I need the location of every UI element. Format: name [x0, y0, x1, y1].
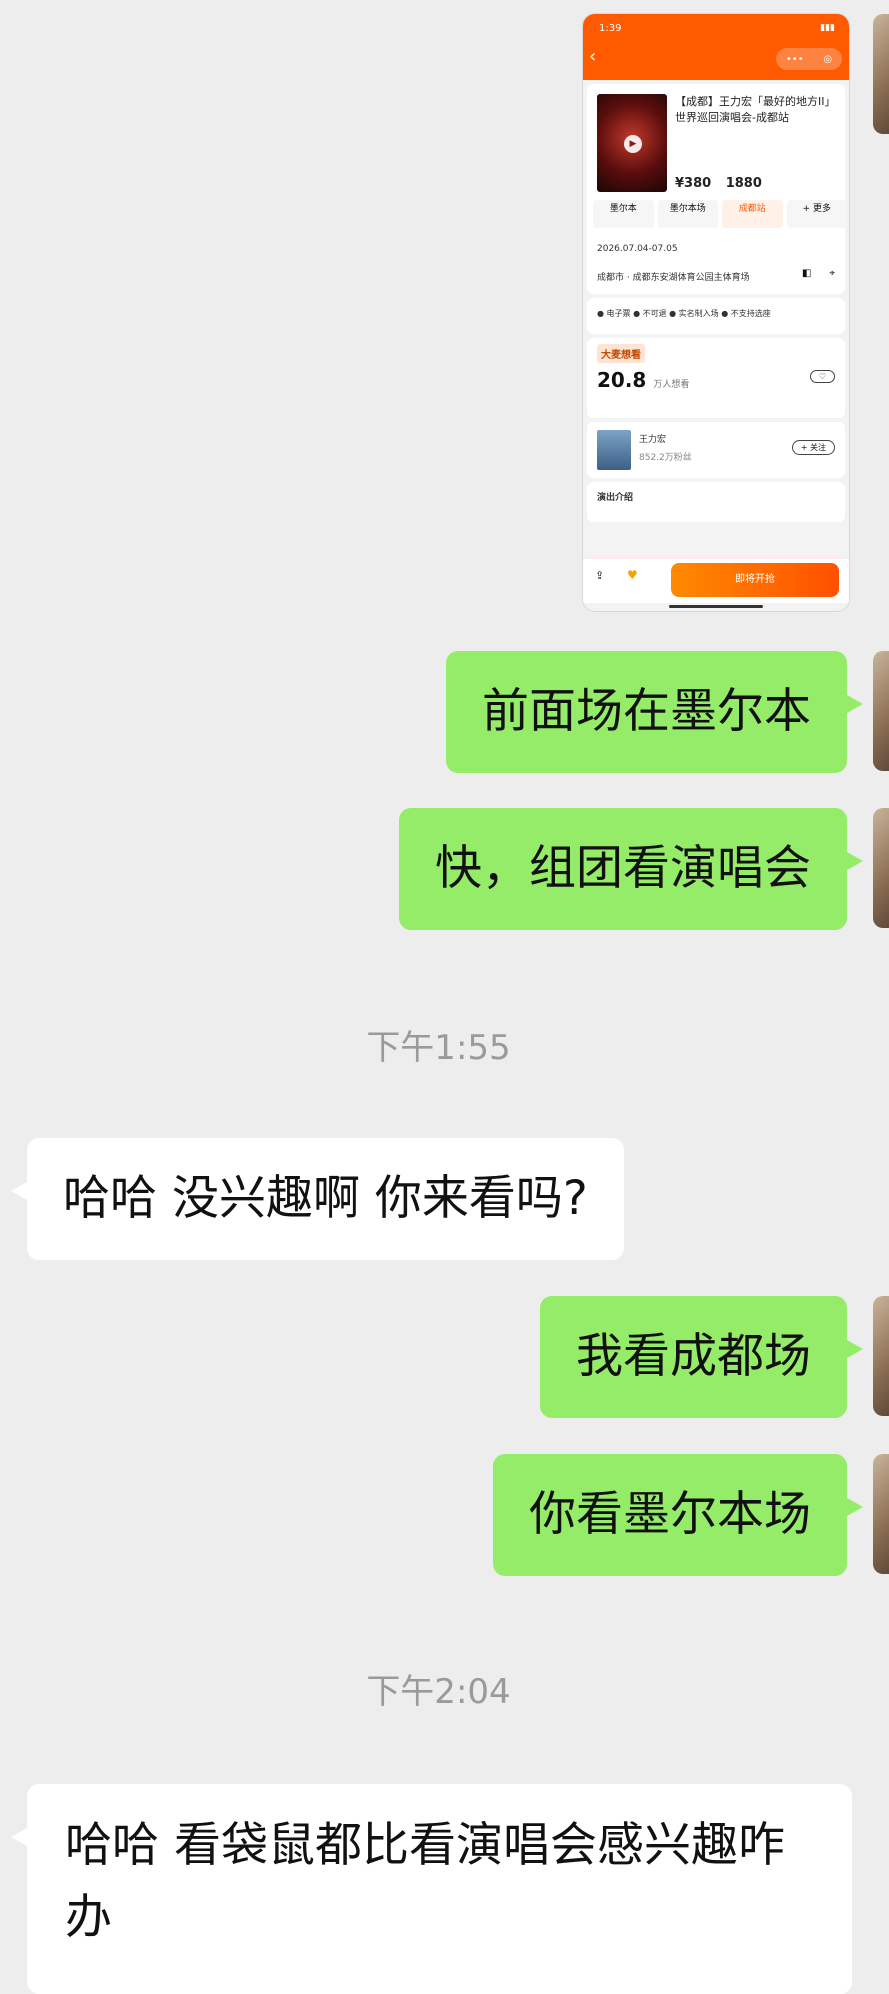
price-high: 1880 — [725, 176, 762, 191]
my-avatar[interactable] — [873, 808, 889, 928]
message-bubble-sent[interactable]: 你看墨尔本场 — [493, 1454, 863, 1576]
want-count: 20.8 万人想看 — [597, 368, 690, 392]
price-low: ¥380 — [675, 176, 712, 191]
battery-icon: ▮▮▮ — [820, 23, 835, 33]
event-venue: 成都市 · 成都东安湖体育公园主体育场 — [597, 273, 750, 283]
more-dots-icon: ••• — [785, 53, 804, 65]
ticket-tag-list: ● 电子票 ● 不可退 ● 实名制入场 ● 不支持选座 — [597, 309, 771, 318]
event-prices: ¥380 1880 — [675, 176, 772, 191]
hot-label: 大麦想看 — [597, 344, 645, 363]
event-date: 2026.07.04-07.05 — [597, 244, 678, 254]
session-tab: 墨尔本 — [593, 200, 654, 228]
status-time: 1:39 — [599, 23, 622, 34]
message-bubble-received[interactable]: 哈哈 看袋鼠都比看演唱会感兴趣咋办 — [11, 1784, 852, 1994]
artist-name: 王力宏 — [639, 435, 667, 445]
buy-button: 即将开抢 — [671, 563, 839, 597]
session-tab: 成都站 — [722, 200, 783, 228]
location-pin-icon: ⌖ — [829, 268, 835, 279]
intro-label: 演出介绍 — [597, 493, 634, 503]
intro-card: 演出介绍 — [587, 482, 845, 522]
message-bubble-sent[interactable]: 快，组团看演唱会 — [399, 808, 863, 930]
back-arrow-icon: ‹ — [589, 46, 597, 67]
app-header: 1:39 ▮▮▮ ‹ ••• ◎ — [583, 14, 849, 80]
session-tabs: 墨尔本 墨尔本场 成都站 + 更多 — [593, 200, 847, 228]
ticket-tags: ● 电子票 ● 不可退 ● 实名制入场 ● 不支持选座 — [587, 298, 845, 334]
artist-card: 王力宏 852.2万粉丝 + 关注 — [587, 422, 845, 478]
home-indicator — [669, 605, 763, 608]
message-bubble-received[interactable]: 哈哈 没兴趣啊 你来看吗? — [11, 1138, 624, 1260]
event-title: 【成都】王力宏「最好的地方II」世界巡回演唱会-成都站 — [675, 95, 836, 124]
bottom-action-bar: ⇪ ♥ 即将开抢 — [583, 559, 849, 603]
event-card: ▶ 【成都】王力宏「最好的地方II」世界巡回演唱会-成都站 ¥380 1880 … — [587, 84, 847, 294]
heart-icon: ♥ — [627, 568, 638, 582]
timestamp: 下午1:55 — [366, 1028, 511, 1068]
timestamp: 下午2:04 — [366, 1672, 511, 1712]
my-avatar[interactable] — [873, 14, 889, 134]
share-icon: ⇪ — [595, 569, 605, 582]
want-to-see-card: 大麦想看 20.8 万人想看 ♡ — [587, 338, 845, 418]
message-bubble-sent[interactable]: 我看成都场 — [540, 1296, 863, 1418]
artist-avatar — [597, 430, 631, 470]
want-button: ♡ — [809, 370, 835, 383]
session-tab: + 更多 — [786, 200, 847, 228]
session-tab: 墨尔本场 — [657, 200, 718, 228]
message-bubble-sent[interactable]: 前面场在墨尔本 — [446, 651, 863, 773]
play-icon: ▶ — [624, 135, 642, 153]
my-avatar[interactable] — [873, 1454, 889, 1574]
close-circle-icon: ◎ — [823, 53, 833, 65]
artist-fans: 852.2万粉丝 — [639, 453, 692, 463]
follow-button: + 关注 — [791, 440, 835, 455]
mini-program-capsule: ••• ◎ — [776, 48, 842, 70]
event-poster: ▶ — [597, 94, 667, 192]
my-avatar[interactable] — [873, 651, 889, 771]
my-avatar[interactable] — [873, 1296, 889, 1416]
navigation-icon: ◧ — [801, 268, 812, 279]
shared-screenshot-message[interactable]: 1:39 ▮▮▮ ‹ ••• ◎ ▶ 【成都】王力宏「最好的地方II」世界巡回演唱… — [583, 14, 849, 611]
venue-actions: ◧ ⌖ — [802, 268, 835, 279]
